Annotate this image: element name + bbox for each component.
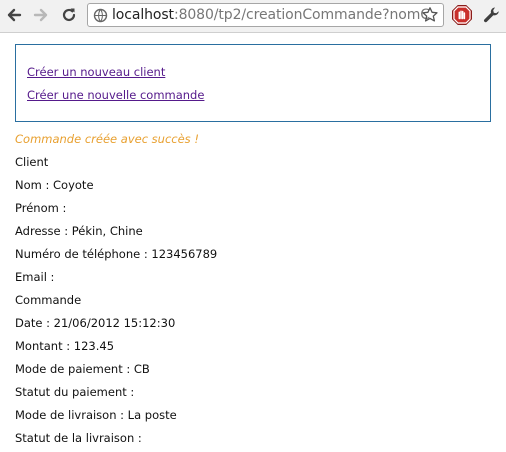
menu-box: Créer un nouveau client Créer une nouvel… xyxy=(15,44,491,122)
section-client-heading: Client xyxy=(15,155,49,169)
url-path: :8080/tp2/creationCommande?nomC xyxy=(173,7,430,23)
client-nom: Nom : Coyote xyxy=(15,178,94,192)
bookmark-star-icon[interactable] xyxy=(421,6,439,26)
url-host: localhost xyxy=(112,7,174,23)
url-text: localhost:8080/tp2/creationCommande?nomC xyxy=(112,7,430,23)
wrench-menu-icon[interactable] xyxy=(481,4,503,26)
commande-date: Date : 21/06/2012 15:12:30 xyxy=(15,316,176,330)
commande-statut-livraison: Statut de la livraison : xyxy=(15,431,142,445)
address-bar[interactable]: localhost:8080/tp2/creationCommande?nomC xyxy=(87,3,444,27)
success-message: Commande créée avec succès ! xyxy=(15,132,199,146)
back-arrow-icon[interactable] xyxy=(3,4,25,26)
commande-mode-paiement: Mode de paiement : CB xyxy=(15,362,150,376)
client-prenom: Prénom : xyxy=(15,201,67,215)
client-telephone: Numéro de téléphone : 123456789 xyxy=(15,247,218,261)
browser-toolbar: localhost:8080/tp2/creationCommande?nomC xyxy=(0,0,506,33)
client-adresse: Adresse : Pékin, Chine xyxy=(15,224,143,238)
commande-mode-livraison: Mode de livraison : La poste xyxy=(15,408,177,422)
commande-montant: Montant : 123.45 xyxy=(15,339,115,353)
adblock-extension-icon[interactable] xyxy=(451,4,473,26)
create-order-link[interactable]: Créer une nouvelle commande xyxy=(27,88,204,102)
create-client-link[interactable]: Créer un nouveau client xyxy=(27,65,165,79)
reload-icon[interactable] xyxy=(58,4,80,26)
section-commande-heading: Commande xyxy=(15,293,82,307)
page-icon xyxy=(93,8,108,26)
commande-statut-paiement: Statut du paiement : xyxy=(15,385,135,399)
forward-arrow-icon[interactable] xyxy=(30,4,52,26)
client-email: Email : xyxy=(15,270,55,284)
